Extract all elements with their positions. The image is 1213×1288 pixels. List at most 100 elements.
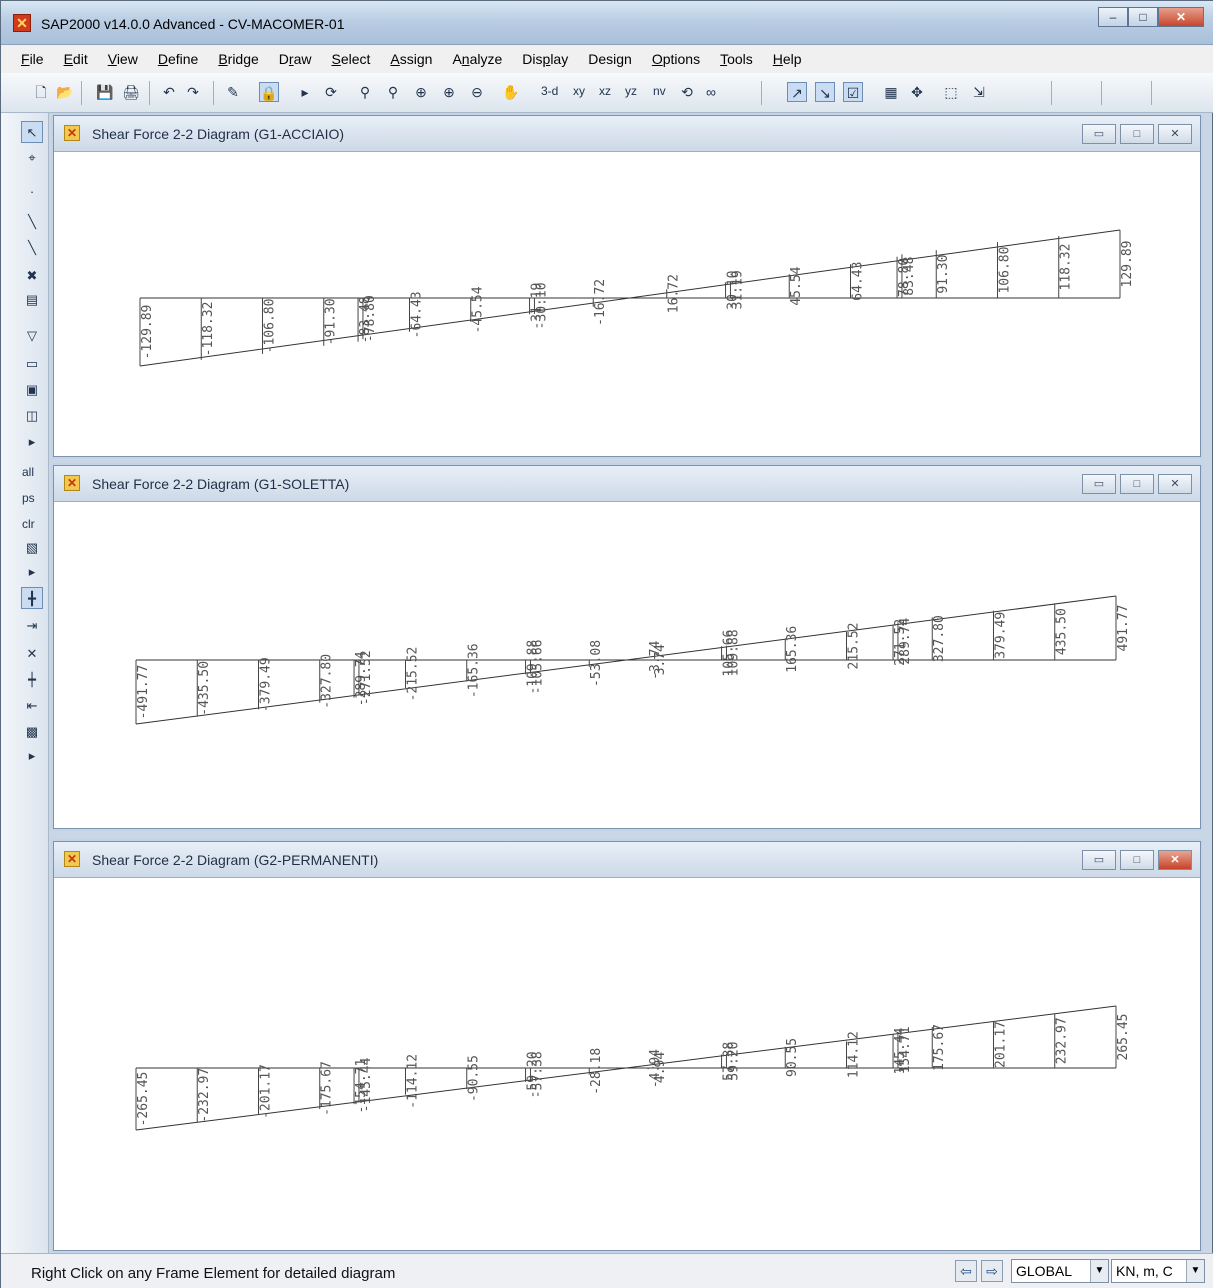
minimize-button[interactable]: –: [1098, 7, 1128, 27]
child-minimize-button[interactable]: ▭: [1082, 124, 1116, 144]
menu-view[interactable]: View: [108, 51, 138, 67]
run-icon[interactable]: ▸: [295, 82, 315, 102]
snap-lines-icon[interactable]: ⇤: [21, 695, 43, 717]
view-xz-button[interactable]: xz: [599, 84, 611, 98]
zoom-in-step-icon[interactable]: ⊕: [439, 82, 459, 102]
shear-diagram-window-soletta[interactable]: ✕ Shear Force 2-2 Diagram (G1-SOLETTA) ▭…: [53, 465, 1201, 829]
pointer-icon[interactable]: ↖: [21, 121, 43, 143]
redo-icon[interactable]: ↷: [183, 82, 203, 102]
shear-value-label: 154.71: [898, 1026, 913, 1073]
draw-poly-area-icon[interactable]: ▽: [21, 325, 43, 347]
diagram-canvas[interactable]: -129.89 -118.32 -106.80 -91.30 -83.48 -78.80-…: [54, 152, 1200, 456]
view-nv-button[interactable]: nv: [653, 84, 666, 98]
child-maximize-button[interactable]: □: [1120, 474, 1154, 494]
expand-arrow-icon[interactable]: ▸: [21, 561, 43, 583]
child-window-title-bar[interactable]: ✕ Shear Force 2-2 Diagram (G1-ACCIAIO) ▭…: [54, 116, 1200, 152]
new-model-icon[interactable]: 🗋: [31, 82, 51, 102]
shear-force-diagram-chart[interactable]: -491.77 -435.50 -379.49 -327.80 -289.74-271.…: [54, 502, 1200, 828]
draw-secondary-beam-icon[interactable]: ▤: [21, 289, 43, 311]
pan-icon[interactable]: ✋: [501, 82, 521, 102]
menu-define[interactable]: Define: [158, 51, 198, 67]
snap-intersections-icon[interactable]: ✕: [21, 643, 43, 665]
zoom-in-icon[interactable]: ⊕: [411, 82, 431, 102]
lock-icon[interactable]: 🔒: [259, 82, 279, 102]
child-close-button[interactable]: ✕: [1158, 474, 1192, 494]
next-arrow-icon[interactable]: ⇨: [981, 1260, 1003, 1282]
expand-arrow-icon[interactable]: ▸: [21, 431, 43, 453]
expand-arrow-icon[interactable]: ▸: [21, 745, 43, 767]
diagram-canvas[interactable]: -491.77 -435.50 -379.49 -327.80 -289.74 -271.…: [54, 502, 1200, 828]
draw-joint-icon[interactable]: ·: [21, 181, 43, 203]
open-icon[interactable]: 📂: [55, 82, 75, 102]
snap-perpendicular-icon[interactable]: ┿: [21, 669, 43, 691]
rotate-icon[interactable]: ⟳: [321, 82, 341, 102]
perspective-icon[interactable]: ∞: [701, 82, 721, 102]
select-all-button[interactable]: all: [22, 465, 34, 479]
draw-brace-icon[interactable]: ✖: [21, 265, 43, 287]
shear-diagram-window-permanenti[interactable]: ✕ Shear Force 2-2 Diagram (G2-PERMANENTI…: [53, 841, 1201, 1251]
undo-icon[interactable]: ↶: [159, 82, 179, 102]
child-window-title-bar[interactable]: ✕ Shear Force 2-2 Diagram (G1-SOLETTA) ▭…: [54, 466, 1200, 502]
snap-ends-icon[interactable]: ⇥: [21, 615, 43, 637]
maximize-button[interactable]: □: [1128, 7, 1158, 27]
set-display-icon[interactable]: ☑: [843, 82, 863, 102]
menu-design[interactable]: Design: [588, 51, 632, 67]
child-minimize-button[interactable]: ▭: [1082, 474, 1116, 494]
refresh-pencil-icon[interactable]: ✎: [223, 82, 243, 102]
menu-select[interactable]: Select: [332, 51, 371, 67]
menu-options[interactable]: Options: [652, 51, 700, 67]
menu-draw[interactable]: Draw: [279, 51, 312, 67]
child-minimize-button[interactable]: ▭: [1082, 850, 1116, 870]
child-close-button[interactable]: ✕: [1158, 850, 1192, 870]
select-all-icon[interactable]: ⇲: [969, 82, 989, 102]
menu-tools[interactable]: Tools: [720, 51, 753, 67]
shear-value-label: -379.49: [259, 657, 274, 712]
quick-draw-frame-icon[interactable]: ╲: [21, 237, 43, 259]
draw-rect-area-icon[interactable]: ▭: [21, 353, 43, 375]
previous-arrow-icon[interactable]: ⇦: [955, 1260, 977, 1282]
menu-assign[interactable]: Assign: [390, 51, 432, 67]
save-icon[interactable]: 💾: [95, 82, 115, 102]
extrude-view-icon[interactable]: ↘: [815, 82, 835, 102]
shear-force-diagram-chart[interactable]: -265.45 -232.97 -201.17 -175.67 -154.71-145.…: [54, 878, 1200, 1250]
menu-analyze[interactable]: Analyze: [452, 51, 502, 67]
coordinate-system-dropdown[interactable]: GLOBAL ▼: [1011, 1259, 1109, 1283]
select-box-icon[interactable]: ⬚: [941, 82, 961, 102]
previous-select-button[interactable]: ps: [22, 491, 35, 505]
draw-solid-icon[interactable]: ◫: [21, 405, 43, 427]
print-icon[interactable]: 🖨: [121, 82, 141, 102]
menu-help[interactable]: Help: [773, 51, 802, 67]
rotate-view-icon[interactable]: ⟲: [677, 82, 697, 102]
view-3d-button[interactable]: 3-d: [541, 84, 558, 98]
reshape-icon[interactable]: ⌖: [21, 147, 43, 169]
intersecting-line-icon[interactable]: ▧: [21, 537, 43, 559]
menu-bridge[interactable]: Bridge: [218, 51, 258, 67]
sap2000-logo-icon: ✕: [13, 14, 31, 32]
child-window-title-bar[interactable]: ✕ Shear Force 2-2 Diagram (G2-PERMANENTI…: [54, 842, 1200, 878]
object-shrink-icon[interactable]: ↗: [787, 82, 807, 102]
grid-icon[interactable]: ▦: [881, 82, 901, 102]
menu-edit[interactable]: Edit: [64, 51, 88, 67]
menu-display[interactable]: Display: [522, 51, 568, 67]
quick-draw-area-icon[interactable]: ▣: [21, 379, 43, 401]
child-close-button[interactable]: ✕: [1158, 124, 1192, 144]
shear-force-diagram-chart[interactable]: -129.89 -118.32 -106.80 -91.30 -83.48-78.80-…: [54, 152, 1200, 456]
units-dropdown[interactable]: KN, m, C ▼: [1111, 1259, 1205, 1283]
move-icon[interactable]: ✥: [907, 82, 927, 102]
child-maximize-button[interactable]: □: [1120, 124, 1154, 144]
snap-fine-grid-icon[interactable]: ▩: [21, 721, 43, 743]
draw-frame-icon[interactable]: ╲: [21, 211, 43, 233]
clear-select-button[interactable]: clr: [22, 517, 35, 531]
zoom-window-icon[interactable]: ⚲: [355, 82, 375, 102]
main-toolbar: 🗋 📂 💾 🖨 ↶ ↷ ✎ 🔒 ▸ ⟳ ⚲ ⚲ ⊕ ⊕ ⊖ ✋ 3-d xy x…: [1, 73, 1213, 113]
view-xy-button[interactable]: xy: [573, 84, 585, 98]
close-button[interactable]: ✕: [1158, 7, 1204, 27]
child-maximize-button[interactable]: □: [1120, 850, 1154, 870]
diagram-canvas[interactable]: -265.45 -232.97 -201.17 -175.67 -154.71 -145.…: [54, 878, 1200, 1250]
view-yz-button[interactable]: yz: [625, 84, 637, 98]
menu-file[interactable]: File: [21, 51, 44, 67]
zoom-out-icon[interactable]: ⊖: [467, 82, 487, 102]
zoom-restore-icon[interactable]: ⚲: [383, 82, 403, 102]
shear-diagram-window-acciaio[interactable]: ✕ Shear Force 2-2 Diagram (G1-ACCIAIO) ▭…: [53, 115, 1201, 457]
snap-points-icon[interactable]: ╋: [21, 587, 43, 609]
